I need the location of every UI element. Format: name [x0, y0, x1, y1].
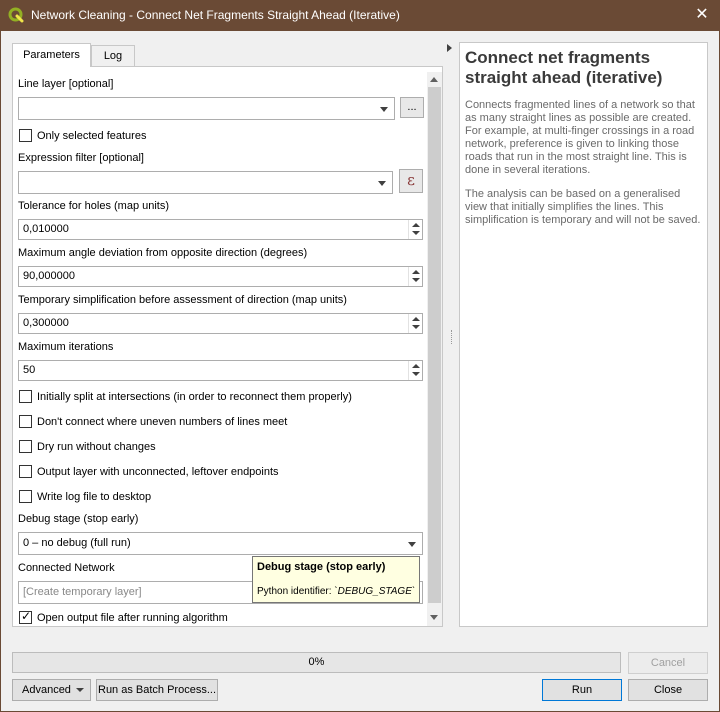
- help-paragraph: Connects fragmented lines of a network s…: [465, 99, 695, 176]
- expression-builder-button[interactable]: ε: [399, 169, 423, 193]
- leftover-endpoints-checkbox[interactable]: [19, 465, 32, 478]
- split-intersections-checkbox[interactable]: [19, 390, 32, 403]
- qgis-logo-icon: [8, 7, 24, 23]
- spin-up-icon[interactable]: [412, 270, 420, 274]
- scroll-up-icon[interactable]: [430, 77, 438, 82]
- max-angle-value: 90,000000: [23, 270, 75, 282]
- spin-down-icon[interactable]: [412, 325, 420, 329]
- spin-down-icon[interactable]: [412, 278, 420, 282]
- split-intersections-label: Initially split at intersections (in ord…: [37, 391, 352, 403]
- leftover-endpoints-label: Output layer with unconnected, leftover …: [37, 466, 279, 478]
- window-close-icon[interactable]: ✕: [688, 3, 716, 27]
- close-button[interactable]: Close: [628, 679, 708, 701]
- window-title: Network Cleaning - Connect Net Fragments…: [31, 8, 400, 22]
- tab-log[interactable]: Log: [91, 45, 135, 67]
- advanced-label: Advanced: [22, 684, 71, 696]
- line-layer-label: Line layer [optional]: [18, 78, 114, 90]
- checkmark-icon: ✓: [21, 609, 32, 623]
- open-output-checkbox[interactable]: ✓: [19, 609, 32, 624]
- tolerance-label: Tolerance for holes (map units): [18, 200, 170, 212]
- parameters-scroll-area: Line layer [optional] ... Only selected …: [13, 67, 427, 626]
- simplification-value: 0,300000: [23, 317, 69, 329]
- debug-stage-label: Debug stage (stop early): [18, 513, 139, 525]
- splitter-handle[interactable]: [451, 330, 453, 344]
- tolerance-spinbox[interactable]: 0,010000: [18, 219, 423, 240]
- tooltip: Debug stage (stop early) Python identifi…: [252, 556, 420, 603]
- spin-buttons[interactable]: [408, 361, 422, 380]
- only-selected-label: Only selected features: [37, 130, 147, 142]
- max-iterations-value: 50: [23, 364, 36, 376]
- help-paragraph: The analysis can be based on a generalis…: [465, 188, 701, 226]
- advanced-button[interactable]: Advanced: [12, 679, 91, 701]
- parameters-scrollbar[interactable]: [427, 72, 442, 626]
- max-angle-spinbox[interactable]: 90,000000: [18, 266, 423, 287]
- write-log-label: Write log file to desktop: [37, 491, 152, 503]
- dry-run-label: Dry run without changes: [37, 441, 156, 453]
- epsilon-icon: ε: [407, 171, 415, 189]
- open-output-label: Open output file after running algorithm: [37, 612, 228, 624]
- connected-network-placeholder: [Create temporary layer]: [23, 586, 142, 598]
- spin-up-icon[interactable]: [412, 223, 420, 227]
- collapse-arrow-icon[interactable]: [447, 44, 452, 52]
- tab-parameters[interactable]: Parameters: [12, 43, 91, 67]
- spin-buttons[interactable]: [408, 220, 422, 239]
- help-panel: Connect net fragments straight ahead (it…: [459, 42, 708, 627]
- line-layer-combo[interactable]: [18, 97, 395, 120]
- chevron-down-icon: [76, 688, 84, 692]
- debug-stage-value: 0 – no debug (full run): [23, 537, 131, 549]
- expression-filter-combo[interactable]: [18, 171, 393, 194]
- chevron-down-icon: [378, 181, 386, 186]
- run-batch-button[interactable]: Run as Batch Process...: [96, 679, 218, 701]
- spin-buttons[interactable]: [408, 314, 422, 333]
- max-angle-label: Maximum angle deviation from opposite di…: [18, 247, 308, 259]
- spin-up-icon[interactable]: [412, 317, 420, 321]
- scrollbar-thumb[interactable]: [428, 87, 441, 603]
- uneven-lines-label: Don't connect where uneven numbers of li…: [37, 416, 288, 428]
- spin-down-icon[interactable]: [412, 231, 420, 235]
- browse-layer-button[interactable]: ...: [400, 97, 424, 118]
- spin-down-icon[interactable]: [412, 372, 420, 376]
- tooltip-title: Debug stage (stop early): [257, 561, 386, 573]
- help-title: Connect net fragments straight ahead (it…: [465, 48, 663, 87]
- run-button[interactable]: Run: [542, 679, 622, 701]
- tooltip-identifier: `DEBUG_STAGE`: [334, 586, 416, 597]
- simplification-spinbox[interactable]: 0,300000: [18, 313, 423, 334]
- progress-bar: 0%: [12, 652, 621, 673]
- only-selected-checkbox[interactable]: [19, 129, 32, 142]
- uneven-lines-checkbox[interactable]: [19, 415, 32, 428]
- connected-network-label: Connected Network: [18, 562, 115, 574]
- tooltip-body: Python identifier: `DEBUG_STAGE`: [257, 586, 415, 597]
- simplification-label: Temporary simplification before assessme…: [18, 294, 347, 306]
- scroll-down-icon[interactable]: [430, 615, 438, 620]
- max-iterations-spinbox[interactable]: 50: [18, 360, 423, 381]
- title-bar: Network Cleaning - Connect Net Fragments…: [0, 0, 720, 31]
- parameters-panel: Line layer [optional] ... Only selected …: [12, 66, 443, 627]
- expression-filter-label: Expression filter [optional]: [18, 152, 144, 164]
- cancel-button[interactable]: Cancel: [628, 652, 708, 674]
- write-log-checkbox[interactable]: [19, 490, 32, 503]
- debug-stage-combo[interactable]: 0 – no debug (full run): [18, 532, 423, 555]
- tooltip-body-prefix: Python identifier:: [257, 586, 335, 597]
- dry-run-checkbox[interactable]: [19, 440, 32, 453]
- chevron-down-icon: [408, 542, 416, 547]
- max-iterations-label: Maximum iterations: [18, 341, 114, 353]
- chevron-down-icon: [380, 107, 388, 112]
- spin-up-icon[interactable]: [412, 364, 420, 368]
- tolerance-value: 0,010000: [23, 223, 69, 235]
- spin-buttons[interactable]: [408, 267, 422, 286]
